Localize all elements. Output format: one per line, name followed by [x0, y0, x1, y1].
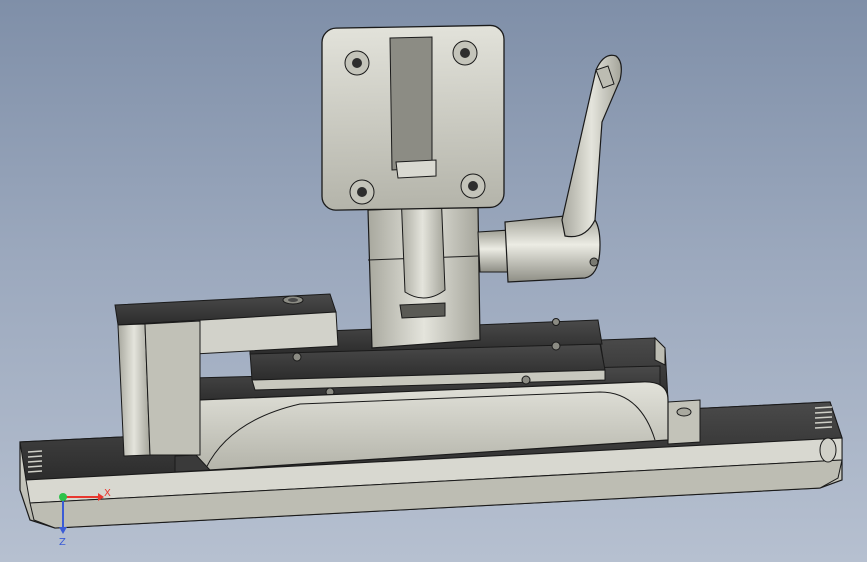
coordinate-triad: X Z — [59, 488, 111, 548]
x-axis-arrow-icon — [63, 493, 104, 501]
cad-graphics-viewport[interactable]: X Z — [0, 0, 867, 562]
z-axis-label: Z — [59, 537, 66, 548]
z-axis-arrow-icon — [59, 497, 67, 534]
y-axis-origin-icon — [59, 493, 67, 501]
x-axis-label: X — [104, 488, 111, 499]
